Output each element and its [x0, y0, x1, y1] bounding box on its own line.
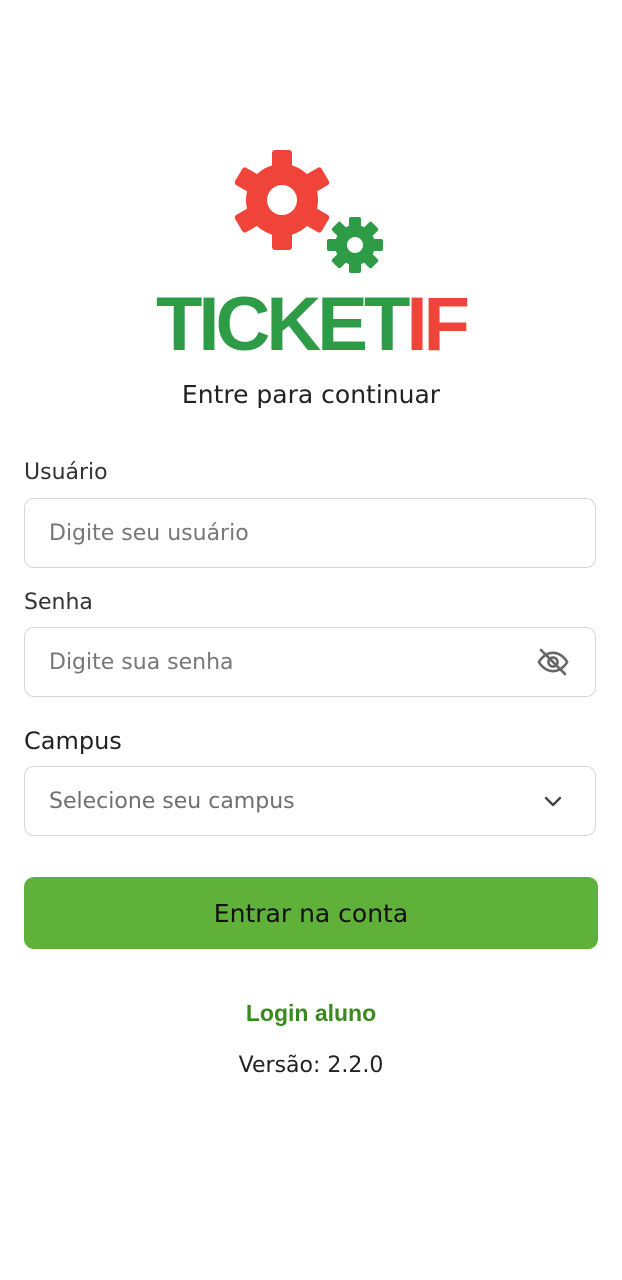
password-label: Senha [24, 590, 93, 615]
campus-select-value: Selecione seu campus [49, 788, 295, 814]
version-text: Versão: 2.2.0 [238, 1053, 384, 1078]
username-label: Usuário [24, 460, 108, 485]
eye-off-icon[interactable] [535, 644, 571, 680]
username-input[interactable] [49, 520, 571, 546]
page-subtitle: Entre para continuar [181, 380, 441, 409]
campus-label: Campus [24, 727, 122, 755]
password-input[interactable] [49, 649, 535, 675]
chevron-down-icon [535, 783, 571, 819]
logo-text-main: TICKET [156, 282, 410, 367]
app-logo: TICKETIF [0, 145, 622, 365]
campus-select[interactable]: Selecione seu campus [24, 766, 596, 836]
logo-wordmark: TICKETIF [0, 287, 622, 363]
gears-icon [234, 150, 383, 273]
student-login-link[interactable]: Login aluno [0, 1000, 622, 1027]
logo-text-accent: IF [406, 282, 470, 367]
login-button[interactable]: Entrar na conta [24, 877, 598, 949]
username-field [24, 498, 596, 568]
password-field [24, 627, 596, 697]
